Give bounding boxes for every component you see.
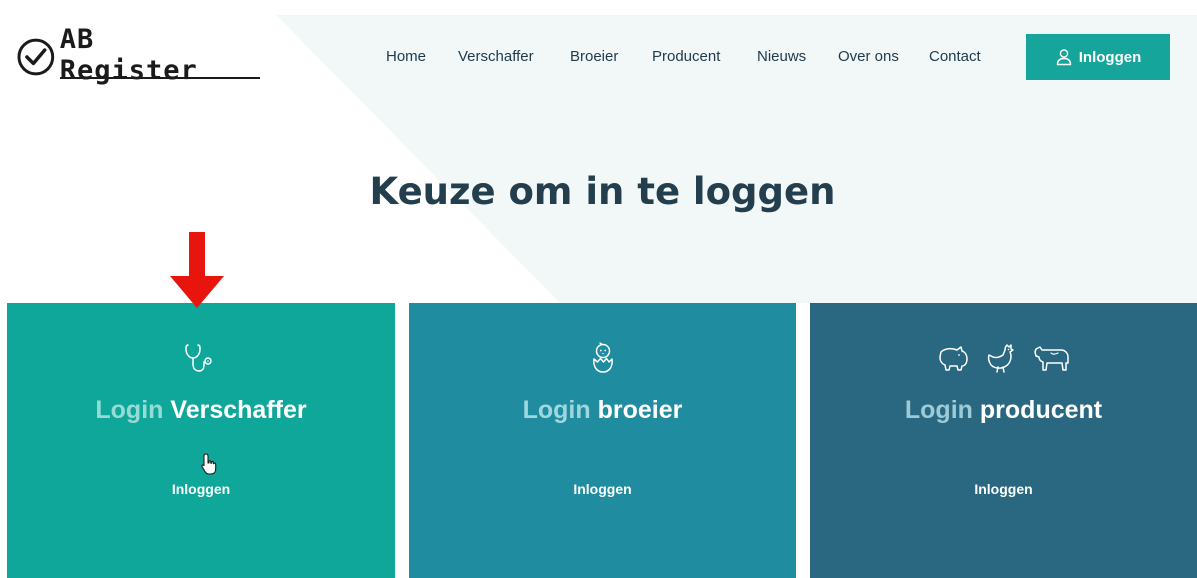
site-header: AB Register Home Verschaffer Broeier Pro… [0, 0, 1197, 110]
hand-pointer-cursor-icon [201, 453, 217, 475]
card-title-role: Verschaffer [170, 396, 307, 424]
card-title-prefix: Login [522, 396, 591, 424]
logo-underline [60, 77, 260, 79]
card-login-verschaffer[interactable]: Login Verschaffer Inloggen [7, 303, 395, 578]
nav-item-verschaffer[interactable]: Verschaffer [458, 48, 534, 65]
nav-item-contact[interactable]: Contact [929, 48, 981, 65]
card-title: Login producent [810, 396, 1197, 425]
card-title: Login Verschaffer [7, 396, 395, 425]
card-login-link[interactable]: Inloggen [7, 481, 395, 497]
pig-icon [938, 346, 968, 371]
page-title: Keuze om in te loggen [369, 170, 836, 213]
user-icon [1056, 49, 1071, 66]
header-login-button[interactable]: Inloggen [1026, 34, 1170, 80]
card-title-role: producent [979, 396, 1103, 424]
chicken-icon [987, 344, 1014, 373]
nav-item-nieuws[interactable]: Nieuws [757, 48, 806, 65]
page: AB Register Home Verschaffer Broeier Pro… [0, 0, 1197, 578]
hatching-chick-icon [592, 342, 613, 373]
card-login-link[interactable]: Inloggen [409, 481, 796, 497]
card-icon-row [810, 341, 1197, 375]
card-title-prefix: Login [95, 396, 164, 424]
nav-item-producent[interactable]: Producent [652, 48, 720, 65]
nav-item-home[interactable]: Home [386, 48, 426, 65]
card-icon-row [409, 341, 796, 375]
stethoscope-icon [185, 344, 212, 372]
cow-icon [1033, 346, 1069, 371]
header-login-label: Inloggen [1078, 48, 1142, 66]
card-title-role: broeier [597, 396, 683, 424]
card-title: Login broeier [409, 396, 796, 425]
card-icon-row [7, 341, 395, 375]
main-navigation: Home Verschaffer Broeier Producent Nieuw… [0, 48, 1000, 72]
nav-item-broeier[interactable]: Broeier [570, 48, 618, 65]
card-login-producent[interactable]: Login producent Inloggen [810, 303, 1197, 578]
nav-item-over-ons[interactable]: Over ons [838, 48, 899, 65]
red-annotation-arrow-icon [170, 232, 224, 308]
card-title-prefix: Login [904, 396, 973, 424]
card-login-link[interactable]: Inloggen [810, 481, 1197, 497]
card-login-broeier[interactable]: Login broeier Inloggen [409, 303, 796, 578]
